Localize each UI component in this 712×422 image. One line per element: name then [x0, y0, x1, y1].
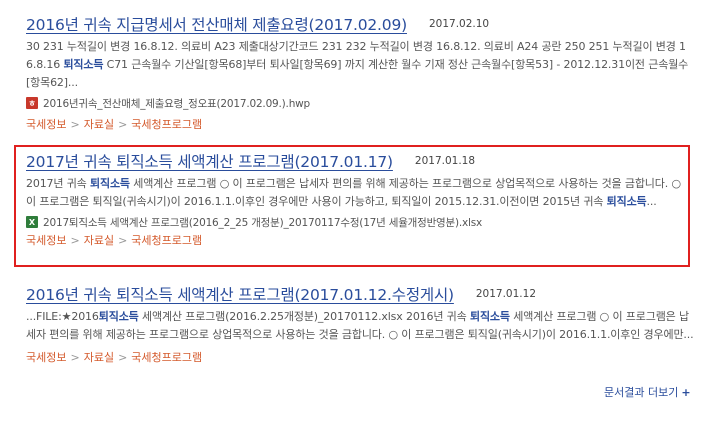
breadcrumb-item[interactable]: 국세청프로그램 — [131, 351, 202, 364]
breadcrumb-item[interactable]: 자료실 — [84, 351, 114, 364]
breadcrumb-item[interactable]: 국세청프로그램 — [131, 118, 202, 131]
hwp-file-icon: ㅎ — [26, 97, 38, 109]
breadcrumb-item[interactable]: 국세정보 — [26, 351, 66, 364]
result-header: 2017년 귀속 퇴직소득 세액계산 프로그램(2017.01.17) 2017… — [26, 150, 694, 172]
attachment-link[interactable]: 2016년귀속_전산매체_제출요령_정오표(2017.02.09.).hwp — [43, 96, 310, 111]
result-snippet: ...FILE:★2016퇴직소득 세액계산 프로그램(2016.2.25개정분… — [26, 308, 694, 344]
snippet-text: 세액계산 프로그램(2016.2.25개정분)_20170112.xlsx 20… — [138, 310, 470, 323]
snippet-text: ...FILE:★2016 — [26, 310, 99, 323]
result-title-link[interactable]: 2016년 귀속 퇴직소득 세액계산 프로그램(2017.01.12.수정게시) — [26, 283, 454, 305]
keyword-highlight: 퇴직소득 — [90, 177, 130, 190]
more-results-label: 문서결과 더보기 — [604, 386, 679, 399]
keyword-highlight: 퇴직소득 — [98, 310, 139, 323]
plus-icon: + — [681, 386, 691, 399]
result-date: 2017.01.18 — [414, 155, 476, 167]
result-header: 2016년 귀속 퇴직소득 세액계산 프로그램(2017.01.12.수정게시)… — [26, 283, 694, 305]
attachment-link[interactable]: 2017퇴직소득 세액계산 프로그램(2016_2_25 개정분)_201701… — [43, 215, 482, 230]
result-snippet: 2017년 귀속 퇴직소득 세액계산 프로그램 ○ 이 프로그램은 납세자 편의… — [26, 175, 694, 211]
breadcrumb-item[interactable]: 자료실 — [84, 234, 114, 247]
breadcrumb-item[interactable]: 국세정보 — [26, 234, 66, 247]
breadcrumb-separator-icon: > — [118, 351, 128, 364]
breadcrumb-separator-icon: > — [118, 118, 128, 131]
breadcrumb-separator-icon: > — [70, 351, 80, 364]
more-results-link[interactable]: 문서결과 더보기 + — [604, 384, 691, 400]
result-date: 2017.01.12 — [475, 288, 536, 300]
breadcrumb-separator-icon: > — [70, 118, 80, 131]
breadcrumb-item[interactable]: 자료실 — [84, 118, 114, 131]
result-header: 2016년 귀속 지급명세서 전산매체 제출요령(2017.02.09) 201… — [26, 13, 694, 35]
search-result: 2017년 귀속 퇴직소득 세액계산 프로그램(2017.01.17) 2017… — [26, 150, 694, 248]
breadcrumb: 국세정보 > 자료실 > 국세청프로그램 — [26, 349, 694, 365]
result-title-link[interactable]: 2016년 귀속 지급명세서 전산매체 제출요령(2017.02.09) — [26, 13, 407, 35]
keyword-highlight: 퇴직소득 — [469, 310, 510, 323]
keyword-highlight: 퇴직소득 — [63, 58, 104, 71]
excel-file-icon: X — [26, 216, 38, 228]
snippet-text: ... — [646, 195, 657, 208]
snippet-text: C71 근속월수 기산일[항목68]부터 퇴사일[항목69] 까지 계산한 월수… — [26, 58, 689, 89]
attachment: ㅎ 2016년귀속_전산매체_제출요령_정오표(2017.02.09.).hwp — [26, 95, 694, 111]
snippet-text: 2017년 귀속 — [26, 177, 90, 190]
breadcrumb-item[interactable]: 국세정보 — [26, 118, 66, 131]
breadcrumb-separator-icon: > — [118, 234, 128, 247]
breadcrumb-item[interactable]: 국세청프로그램 — [131, 234, 202, 247]
breadcrumb: 국세정보 > 자료실 > 국세청프로그램 — [26, 116, 694, 132]
search-result: 2016년 귀속 지급명세서 전산매체 제출요령(2017.02.09) 201… — [26, 13, 694, 132]
breadcrumb-separator-icon: > — [70, 234, 80, 247]
keyword-highlight: 퇴직소득 — [606, 195, 647, 208]
result-snippet: 30 231 누적길이 변경 16.8.12. 의료비 A23 제출대상기간코드… — [26, 38, 694, 92]
result-title-link[interactable]: 2017년 귀속 퇴직소득 세액계산 프로그램(2017.01.17) — [26, 150, 393, 172]
result-date: 2017.02.10 — [428, 18, 490, 30]
search-result: 2016년 귀속 퇴직소득 세액계산 프로그램(2017.01.12.수정게시)… — [26, 283, 694, 365]
breadcrumb: 국세정보 > 자료실 > 국세청프로그램 — [26, 232, 694, 248]
attachment: X 2017퇴직소득 세액계산 프로그램(2016_2_25 개정분)_2017… — [26, 214, 694, 230]
